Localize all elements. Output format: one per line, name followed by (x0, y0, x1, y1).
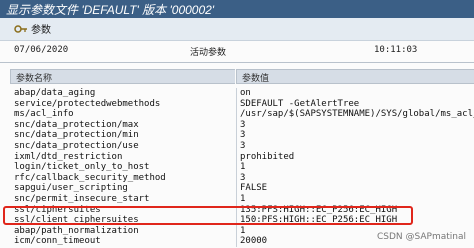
param-name: snc/data_protection/use (14, 140, 139, 151)
column-divider (236, 193, 237, 205)
header-divider (0, 62, 474, 63)
param-name: ixml/dtd_restriction (14, 151, 123, 162)
column-divider (236, 140, 237, 152)
column-divider (236, 151, 237, 163)
table-row[interactable]: rfc/callback_security_method 3 (10, 172, 474, 184)
param-value: prohibited (240, 151, 295, 162)
param-name: rfc/callback_security_method (14, 172, 166, 183)
column-divider (236, 109, 237, 120)
report-header: 07/06/2020 活动参数 10:11:03 (0, 45, 474, 59)
toolbar: 参数 (0, 18, 474, 41)
table-row[interactable]: sapgui/user_scripting FALSE (10, 183, 474, 194)
param-name: snc/data_protection/max (14, 119, 139, 130)
column-header-param-value: 参数值 (236, 69, 474, 84)
param-name: snc/permit_insecure_start (14, 193, 150, 204)
param-name: abap/data_aging (14, 88, 96, 98)
param-value: 3 (240, 172, 246, 183)
report-content: 07/06/2020 活动参数 10:11:03 参数名称 参数值 abap/d… (0, 41, 474, 248)
param-value: on (240, 88, 251, 98)
table-row[interactable]: snc/data_protection/min 3 (10, 130, 474, 141)
table-row[interactable]: abap/data_aging on (10, 88, 474, 99)
table-row[interactable]: service/protectedwebmethods SDEFAULT -Get… (10, 98, 474, 110)
column-header-param-name: 参数名称 (10, 69, 235, 84)
param-value: /usr/sap/$(SAPSYSTEMNAME)/SYS/global/ms_… (240, 109, 474, 120)
watermark: CSDN @SAPmatinal (376, 232, 466, 242)
param-name: abap/path_normalization (14, 225, 139, 236)
table-row[interactable]: ms/acl_info/usr/sap/$(SAPSYSTEMNAME)/SYS… (10, 109, 474, 120)
table-row[interactable]: snc/data_protection/use 3 (10, 140, 474, 152)
param-value: FALSE (240, 183, 268, 194)
params-button-label: 参数 (31, 25, 51, 36)
param-value: 1 (240, 162, 246, 173)
param-name: snc/data_protection/min (14, 130, 139, 141)
table-row[interactable]: snc/permit_insecure_start 1 (10, 193, 474, 205)
param-value: 3 (240, 119, 246, 130)
column-divider (236, 236, 237, 247)
column-divider (236, 225, 237, 237)
column-divider (236, 98, 237, 110)
column-divider (236, 172, 237, 184)
column-divider (236, 183, 237, 194)
table-row[interactable]: ixml/dtd_restriction prohibited (10, 151, 474, 163)
param-value: 3 (240, 140, 246, 151)
param-value: SDEFAULT -GetAlertTree (240, 98, 360, 109)
report-title: 活动参数 (190, 48, 227, 58)
key-icon (14, 23, 28, 35)
table-row[interactable]: snc/data_protection/max 3 (10, 119, 474, 131)
window-title: 显示参数文件 'DEFAULT' 版本 '000002' (6, 3, 215, 17)
column-divider (236, 88, 237, 99)
column-divider (236, 162, 237, 173)
param-name: icm/conn_timeout (14, 236, 101, 247)
param-name: ms/acl_info (14, 109, 74, 120)
params-button[interactable]: 参数 (10, 20, 55, 37)
param-name: sapgui/user_scripting (14, 183, 128, 194)
table-row[interactable]: login/ticket_only_to_host 1 (10, 162, 474, 173)
param-name: service/protectedwebmethods (14, 98, 161, 109)
param-value: 1 (240, 193, 246, 204)
highlight-box (3, 206, 413, 225)
report-time: 10:11:03 (374, 45, 418, 55)
column-divider (236, 130, 237, 141)
report-date: 07/06/2020 (14, 45, 69, 55)
param-name: login/ticket_only_to_host (14, 162, 150, 173)
column-divider (236, 119, 237, 131)
param-value: 3 (240, 130, 246, 141)
title-bar: 显示参数文件 'DEFAULT' 版本 '000002' (0, 0, 474, 18)
